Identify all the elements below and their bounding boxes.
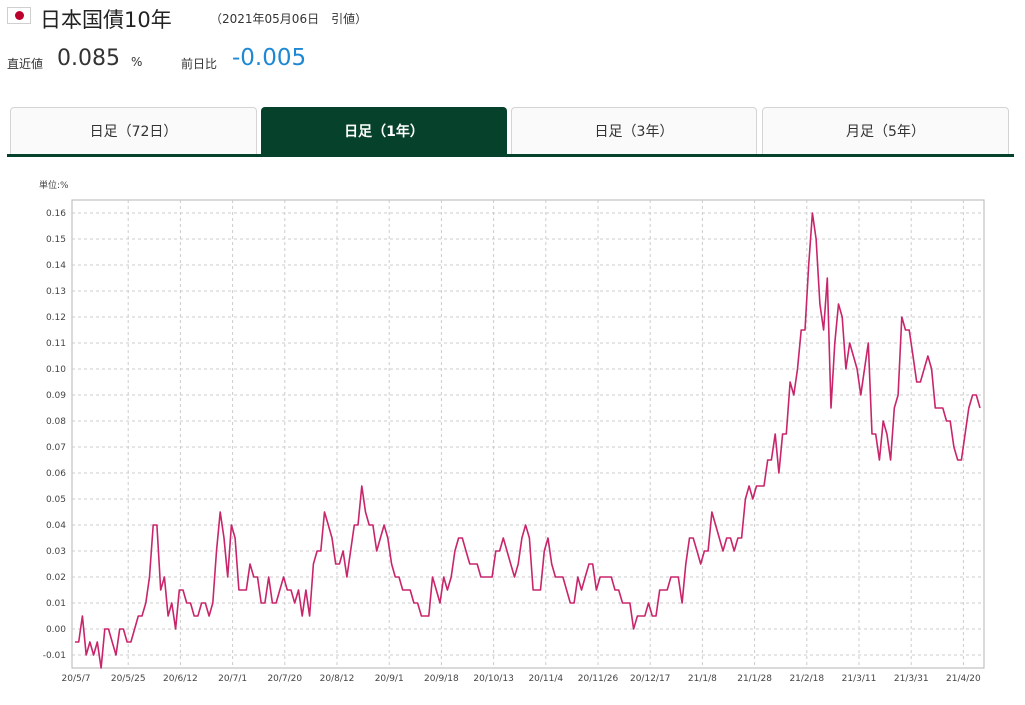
x-tick-label: 21/2/18	[789, 674, 824, 684]
tab-daily-3y[interactable]: 日足（3年）	[511, 107, 757, 154]
tab-monthly-5y[interactable]: 月足（5年）	[762, 107, 1009, 154]
x-tick-label: 20/7/1	[218, 674, 247, 684]
y-tick-label: 0.02	[46, 573, 66, 583]
latest-value: 0.085	[57, 46, 120, 71]
y-tick-label: 0.12	[46, 313, 66, 323]
x-tick-label: 20/5/25	[111, 674, 146, 684]
y-tick-label: 0.08	[46, 417, 66, 427]
y-tick-label: 0.14	[46, 261, 66, 271]
change-value: -0.005	[232, 45, 307, 71]
x-tick-label: 20/7/20	[267, 674, 302, 684]
y-tick-label: 0.11	[46, 339, 66, 349]
quote-date: （2021年05月06日 引値）	[210, 10, 367, 27]
y-tick-label: 0.01	[46, 599, 66, 609]
x-tick-label: 20/8/12	[320, 674, 355, 684]
yield-chart: 単位:% -0.01 0.00 0.01 0.02 0.03 0.04 0.05 0.06 0.0…	[39, 179, 985, 684]
date-text: （2021年05月06日	[210, 12, 320, 26]
y-tick-label: 0.16	[46, 209, 66, 219]
x-tick-label: 20/12/17	[630, 674, 670, 684]
tab-daily-72d[interactable]: 日足（72日）	[10, 107, 257, 154]
x-tick-label: 20/9/1	[375, 674, 404, 684]
y-tick-label: 0.00	[46, 625, 66, 635]
plot-area	[71, 199, 985, 669]
y-tick-label: -0.01	[43, 651, 66, 661]
page-title: 日本国債10年	[40, 8, 172, 32]
x-tick-label: 20/11/26	[578, 674, 619, 684]
x-tick-label: 20/10/13	[473, 674, 513, 684]
flag-sun	[15, 11, 24, 20]
unit-label: %	[131, 55, 143, 69]
x-tick-label: 21/3/31	[894, 674, 929, 684]
y-tick-label: 0.13	[46, 287, 66, 297]
x-tick-label: 20/9/18	[424, 674, 459, 684]
y-tick-label: 0.07	[46, 443, 66, 453]
x-tick-label: 20/11/4	[528, 674, 563, 684]
close-label: 引値）	[331, 12, 368, 26]
x-tick-label: 20/5/7	[62, 674, 91, 684]
y-tick-label: 0.05	[46, 495, 66, 505]
japan-flag-icon	[7, 7, 31, 24]
x-tick-label: 21/1/8	[688, 674, 717, 684]
change-label: 前日比	[181, 57, 218, 71]
x-tick-label: 21/4/20	[946, 674, 981, 684]
latest-label: 直近値	[7, 57, 44, 71]
y-tick-label: 0.04	[46, 521, 66, 531]
y-tick-label: 0.06	[46, 469, 66, 479]
tab-daily-1y[interactable]: 日足（1年）	[261, 107, 507, 154]
y-tick-label: 0.03	[46, 547, 66, 557]
tabs-underline	[7, 154, 1014, 157]
unit-axis-label: 単位:%	[39, 179, 69, 191]
x-tick-label: 21/3/11	[842, 674, 877, 684]
x-tick-label: 21/1/28	[737, 674, 772, 684]
y-tick-label: 0.10	[46, 365, 66, 375]
x-tick-label: 20/6/12	[163, 674, 198, 684]
y-tick-label: 0.09	[46, 391, 66, 401]
y-tick-label: 0.15	[46, 235, 66, 245]
